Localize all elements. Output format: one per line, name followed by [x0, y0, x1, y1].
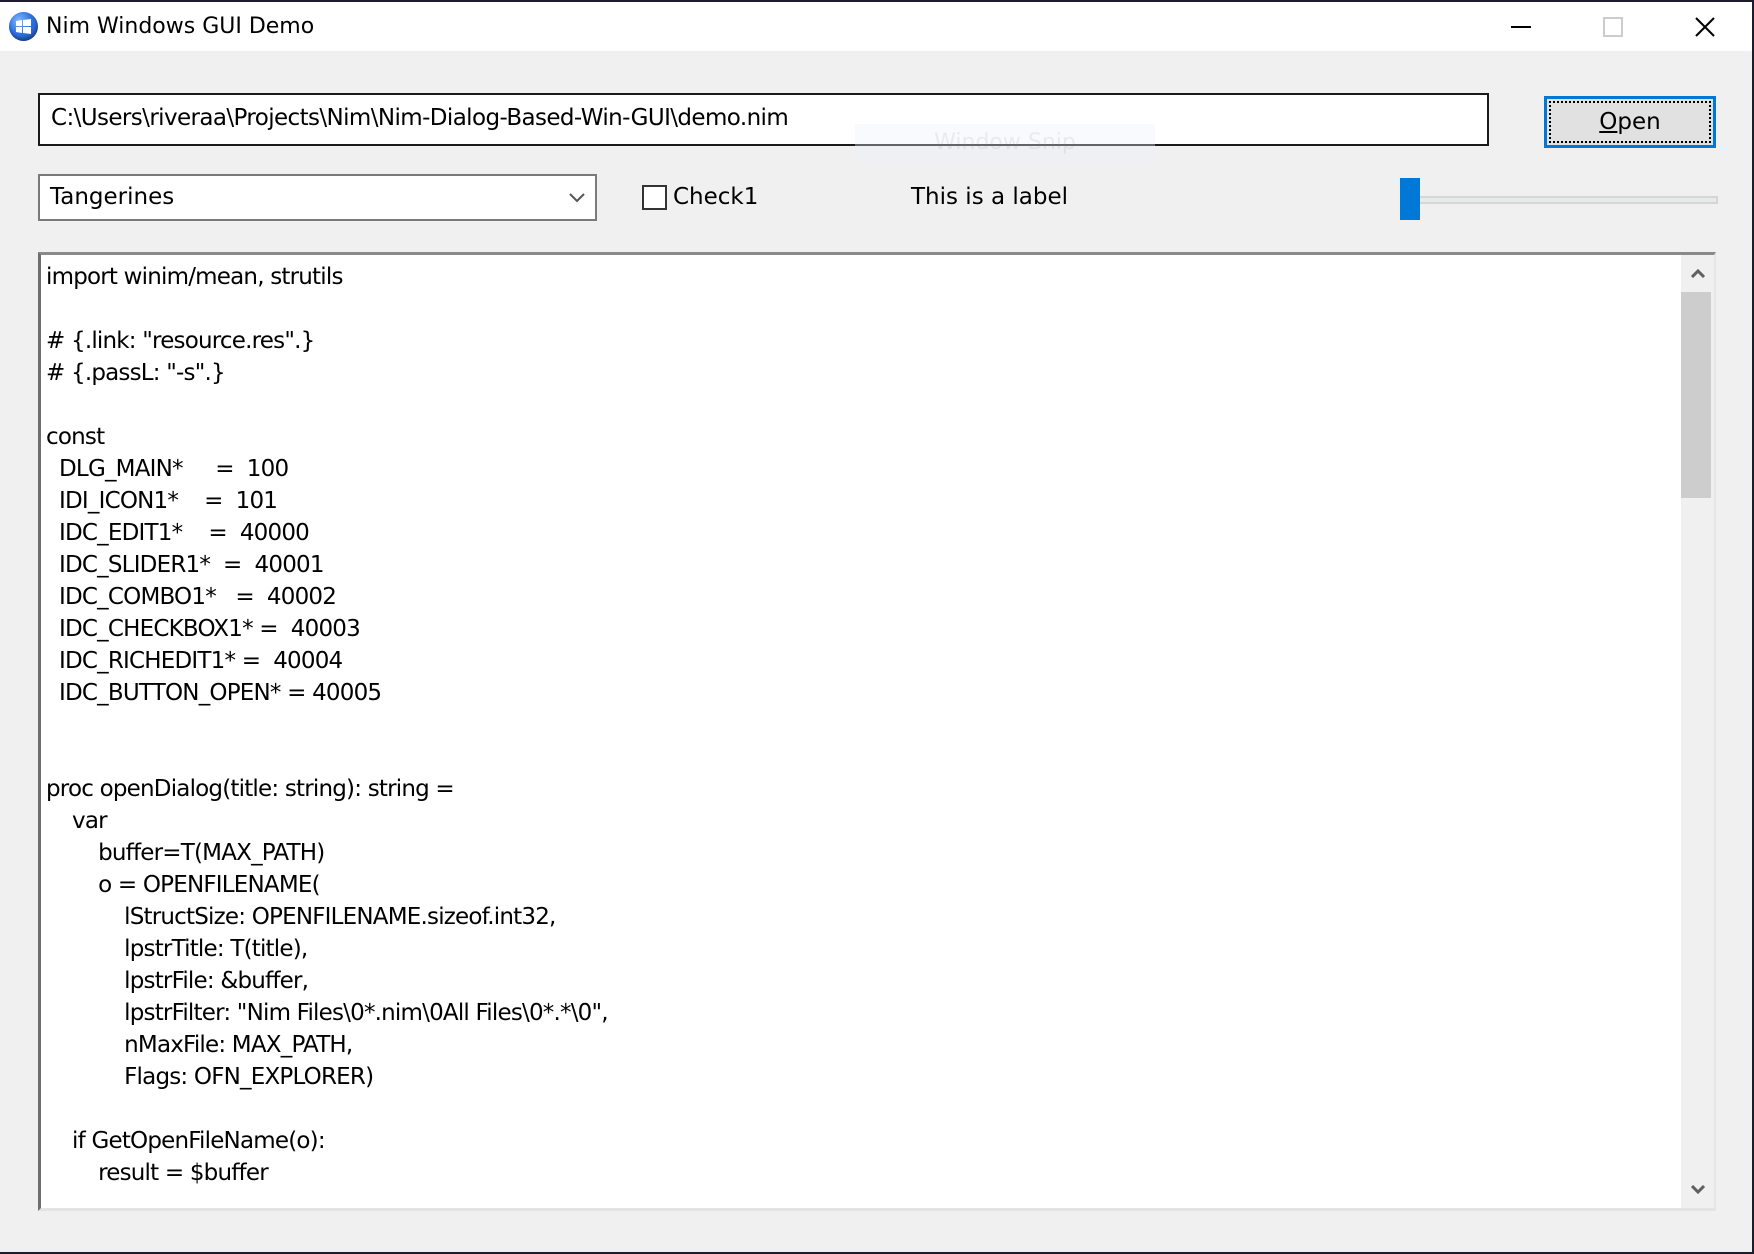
app-icon — [9, 12, 38, 41]
code-line: IDC_COMBO1* = 40002 — [46, 584, 337, 610]
close-icon — [1695, 16, 1715, 37]
check1-checkbox[interactable]: Check1 — [642, 182, 758, 212]
code-line: IDC_SLIDER1* = 40001 — [46, 552, 325, 578]
close-button[interactable] — [1659, 2, 1751, 51]
minimize-icon — [1511, 25, 1531, 28]
window-title: Nim Windows GUI Demo — [46, 14, 315, 39]
code-line: DLG_MAIN* = 100 — [46, 456, 289, 482]
code-line: proc openDialog(title: string): string = — [46, 776, 455, 802]
maximize-button[interactable] — [1567, 2, 1659, 51]
code-line: var — [46, 808, 108, 834]
fruit-combobox[interactable]: Tangerines — [38, 174, 597, 221]
checkbox-label[interactable]: Check1 — [673, 184, 758, 210]
code-line: lpstrTitle: T(title), — [46, 936, 308, 962]
code-line: IDC_RICHEDIT1* = 40004 — [46, 648, 343, 674]
code-line: result = $buffer — [46, 1160, 269, 1186]
code-line: buffer=T(MAX_PATH) — [46, 840, 325, 866]
minimize-button[interactable] — [1475, 2, 1567, 51]
code-line: import winim/mean, strutils — [46, 264, 343, 290]
code-line: const — [46, 424, 105, 450]
combobox-selected-value: Tangerines — [50, 184, 175, 210]
code-line: lpstrFile: &buffer, — [46, 968, 309, 994]
app-window: Nim Windows GUI Demo C:\Users\riveraa\Pr… — [0, 2, 1752, 1252]
static-label: This is a label — [911, 184, 1069, 210]
slider-thumb[interactable] — [1400, 178, 1420, 220]
open-button[interactable]: Open — [1544, 96, 1716, 148]
code-richedit[interactable]: import winim/mean, strutils # {.link: "r… — [38, 252, 1716, 1211]
title-bar[interactable]: Nim Windows GUI Demo — [0, 2, 1752, 51]
vertical-scrollbar[interactable] — [1681, 255, 1714, 1208]
code-line: # {.passL: "-s".} — [46, 360, 226, 386]
code-line: # {.link: "resource.res".} — [46, 328, 315, 354]
file-path-input[interactable]: C:\Users\riveraa\Projects\Nim\Nim-Dialog… — [38, 93, 1489, 146]
code-line: nMaxFile: MAX_PATH, — [46, 1032, 353, 1058]
code-line: IDC_BUTTON_OPEN* = 40005 — [46, 680, 382, 706]
maximize-icon — [1603, 16, 1623, 37]
chevron-down-icon[interactable] — [569, 191, 585, 203]
slider-track[interactable] — [1400, 196, 1718, 204]
open-button-label: pen — [1617, 109, 1661, 135]
code-line: lStructSize: OPENFILENAME.sizeof.int32, — [46, 904, 556, 930]
code-line: if GetOpenFileName(o): — [46, 1128, 326, 1154]
scroll-down-icon — [1690, 1185, 1705, 1195]
checkbox-box[interactable] — [642, 184, 667, 210]
code-line: IDC_EDIT1* = 40000 — [46, 520, 310, 546]
scroll-up-icon — [1690, 268, 1705, 278]
code-line: lpstrFilter: "Nim Files\0*.nim\0All File… — [46, 1000, 608, 1026]
code-content[interactable]: import winim/mean, strutils # {.link: "r… — [46, 261, 1678, 1189]
code-line: IDC_CHECKBOX1* = 40003 — [46, 616, 361, 642]
open-button-mnemonic: O — [1599, 109, 1618, 135]
code-line: Flags: OFN_EXPLORER) — [46, 1064, 374, 1090]
scrollbar-thumb[interactable] — [1681, 292, 1711, 498]
scroll-up-button[interactable] — [1681, 255, 1714, 291]
code-line: IDI_ICON1* = 101 — [46, 488, 278, 514]
code-line: o = OPENFILENAME( — [46, 872, 321, 898]
scroll-down-button[interactable] — [1681, 1172, 1714, 1208]
